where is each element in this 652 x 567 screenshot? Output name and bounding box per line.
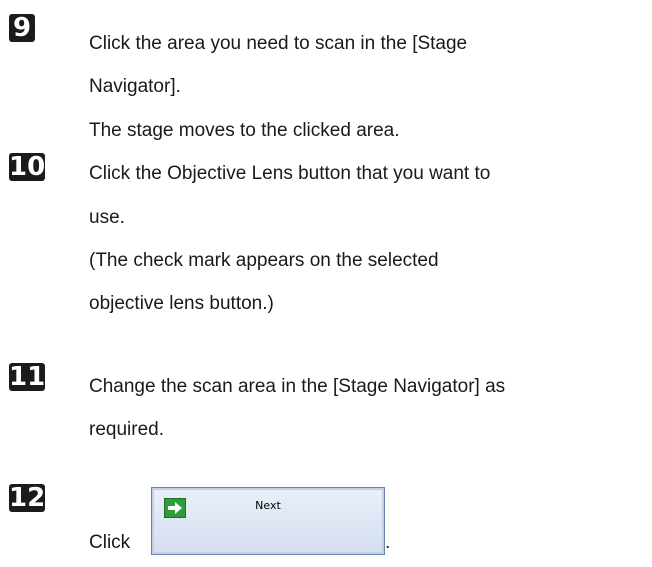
step-text: Navigator]. bbox=[89, 76, 181, 97]
step-text: Change the scan area in the [Stage Navig… bbox=[89, 376, 506, 397]
step-text: The stage moves to the clicked area. bbox=[89, 120, 400, 141]
step-number-badge: 12 bbox=[9, 483, 46, 513]
step-text: Click bbox=[89, 532, 131, 553]
step-number-badge: 10 bbox=[9, 152, 46, 182]
step-text: Click the area you need to scan in the [… bbox=[89, 33, 468, 54]
step-text: use. bbox=[89, 207, 125, 228]
step-number-badge: 11 bbox=[9, 362, 46, 392]
step-text: Click the Objective Lens button that you… bbox=[89, 163, 491, 184]
next-button-label: Next bbox=[255, 499, 281, 512]
step-text: (The check mark appears on the selected bbox=[89, 250, 439, 271]
step-text: . bbox=[385, 532, 391, 553]
step-number-badge: 9 bbox=[9, 14, 35, 42]
step-text: required. bbox=[89, 419, 164, 440]
step-text: objective lens button.) bbox=[89, 293, 274, 314]
next-button[interactable]: Next bbox=[151, 487, 385, 555]
